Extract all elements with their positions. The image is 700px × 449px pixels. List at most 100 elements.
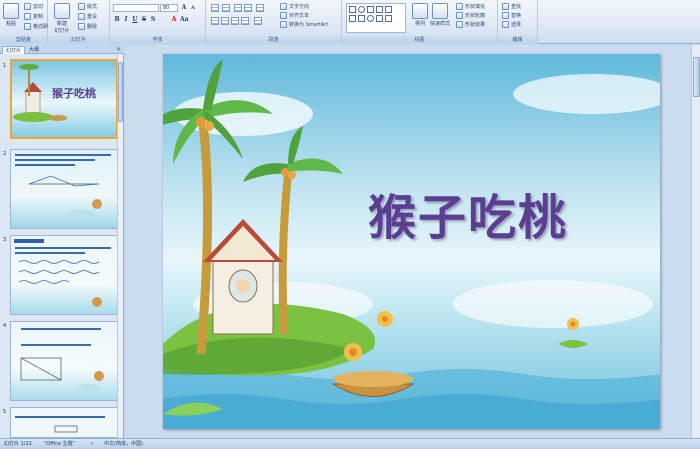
layout-label: 版式: [87, 4, 98, 10]
new-slide-button[interactable]: 新建 幻灯片: [54, 3, 70, 34]
shape-effects-label: 形状效果: [465, 22, 486, 28]
replace-label: 替换: [511, 13, 522, 19]
text-direction-icon: [280, 3, 287, 10]
line-spacing-icon[interactable]: [256, 4, 264, 12]
shadow-button[interactable]: S: [149, 16, 157, 24]
shape-outline-button[interactable]: 形状轮廓: [456, 12, 485, 19]
shape-fill-button[interactable]: 形状填充: [456, 3, 485, 10]
scissors-icon: [24, 3, 31, 10]
line-shape-icon[interactable]: [367, 6, 374, 13]
arrow-shape-icon[interactable]: [376, 6, 383, 13]
editor-scrollbar[interactable]: [691, 45, 700, 438]
layout-button[interactable]: 版式: [78, 3, 97, 10]
align-left-icon[interactable]: [211, 17, 219, 25]
oval-shape-icon[interactable]: [358, 6, 365, 13]
select-button[interactable]: 选择: [502, 21, 521, 28]
slide-thumbnail-4[interactable]: [10, 321, 118, 401]
slide-number: 1: [3, 63, 7, 69]
theme-status[interactable]: "Office 主题": [44, 439, 75, 449]
smartart-label: 转换为 SmartArt: [289, 22, 329, 28]
tab-slides[interactable]: 幻灯片: [2, 46, 26, 54]
slide-4-artwork: [20, 328, 104, 392]
decrease-indent-icon[interactable]: [234, 4, 242, 12]
spellcheck-icon[interactable]: ✓: [90, 439, 94, 449]
font-name-combo[interactable]: [113, 4, 159, 12]
slide-thumbnail-3[interactable]: [10, 235, 118, 315]
slide-5-artwork: [15, 416, 105, 433]
shape-effects-button[interactable]: 形状效果: [456, 21, 485, 28]
slides-group-label: 幻灯片: [48, 36, 109, 44]
text-direction-button[interactable]: 文字方向: [280, 3, 309, 10]
find-label: 查找: [511, 4, 522, 10]
effects-icon: [456, 21, 463, 28]
smartart-button[interactable]: 转换为 SmartArt: [280, 21, 328, 28]
align-text-button[interactable]: 对齐文本: [280, 12, 309, 19]
change-case-button[interactable]: Aa: [180, 16, 189, 24]
slides-group: 新建 幻灯片 版式 重设 删除 幻灯片: [48, 0, 110, 44]
smartart-icon: [280, 21, 287, 28]
delete-label: 删除: [87, 24, 98, 30]
font-color-button[interactable]: A: [170, 16, 178, 24]
slide-thumbnail-1[interactable]: 猴子吃桃: [10, 59, 118, 139]
shapes-gallery[interactable]: [346, 3, 406, 33]
brace-shape-icon[interactable]: [376, 15, 383, 22]
delete-slide-button[interactable]: 删除: [78, 23, 97, 30]
underline-button[interactable]: U: [131, 16, 139, 24]
numbering-icon[interactable]: [222, 4, 230, 12]
shrink-font-button[interactable]: A: [189, 4, 197, 12]
delete-icon: [78, 23, 85, 30]
bold-button[interactable]: B: [113, 16, 121, 24]
outline-icon: [456, 12, 463, 19]
format-painter-button[interactable]: 格式刷: [24, 23, 48, 30]
cut-button[interactable]: 剪切: [24, 3, 43, 10]
star-shape-icon[interactable]: [385, 15, 392, 22]
copy-button[interactable]: 复制: [24, 13, 43, 20]
italic-button[interactable]: I: [122, 16, 130, 24]
paragraph-group-label: 段落: [206, 36, 341, 44]
pane-close-button[interactable]: ×: [116, 45, 121, 54]
reset-button[interactable]: 重设: [78, 13, 97, 20]
align-text-icon: [280, 12, 287, 19]
triangle-shape-icon[interactable]: [385, 6, 392, 13]
rounded-rectangle-shape-icon[interactable]: [349, 15, 356, 22]
bullets-icon[interactable]: [211, 4, 219, 12]
editing-group: 查找 替换 选择 编辑: [498, 0, 538, 44]
language-status[interactable]: 中文(简体，中国): [104, 439, 143, 449]
align-text-label: 对齐文本: [289, 13, 310, 19]
columns-icon[interactable]: [254, 17, 262, 25]
align-right-icon[interactable]: [231, 17, 239, 25]
font-size-combo[interactable]: 80: [160, 4, 178, 12]
align-center-icon[interactable]: [221, 17, 229, 25]
status-bar: 幻灯片 1/22 "Office 主题" ✓ 中文(简体，中国): [0, 438, 700, 449]
strikethrough-button[interactable]: S: [140, 16, 148, 24]
arrange-button[interactable]: 排列: [412, 3, 428, 27]
replace-button[interactable]: 替换: [502, 12, 521, 19]
paste-button[interactable]: 粘贴: [3, 3, 19, 27]
brush-icon: [24, 23, 31, 30]
fill-icon: [456, 3, 463, 10]
increase-indent-icon[interactable]: [244, 4, 252, 12]
drawing-group-label: 绘图: [342, 36, 497, 44]
clipboard-group-label: 剪贴板: [0, 36, 47, 44]
pentagon-shape-icon[interactable]: [358, 15, 365, 22]
quick-styles-button[interactable]: 快速样式: [430, 3, 450, 27]
font-group-label: 字体: [110, 36, 205, 44]
circle-shape-icon[interactable]: [367, 15, 374, 22]
slides-pane-scrollbar[interactable]: [117, 54, 123, 438]
grow-font-button[interactable]: A: [180, 4, 188, 12]
slide-title[interactable]: 猴子吃桃: [368, 178, 568, 248]
slide-thumbnail-2[interactable]: [10, 149, 118, 229]
editor-scroll-thumb[interactable]: [693, 57, 700, 97]
slide-canvas[interactable]: 猴子吃桃: [163, 54, 660, 429]
rectangle-shape-icon[interactable]: [349, 6, 356, 13]
slide-thumbnail-5[interactable]: [10, 407, 118, 438]
justify-icon[interactable]: [241, 17, 249, 25]
reset-label: 重设: [87, 14, 98, 20]
copy-icon: [24, 13, 31, 20]
find-button[interactable]: 查找: [502, 3, 521, 10]
slide-3-artwork: [14, 239, 111, 307]
copy-label: 复制: [33, 14, 44, 20]
tab-outline[interactable]: 大纲: [26, 46, 42, 54]
slide-number: 2: [3, 151, 7, 157]
slides-pane-scroll-thumb[interactable]: [118, 62, 123, 122]
